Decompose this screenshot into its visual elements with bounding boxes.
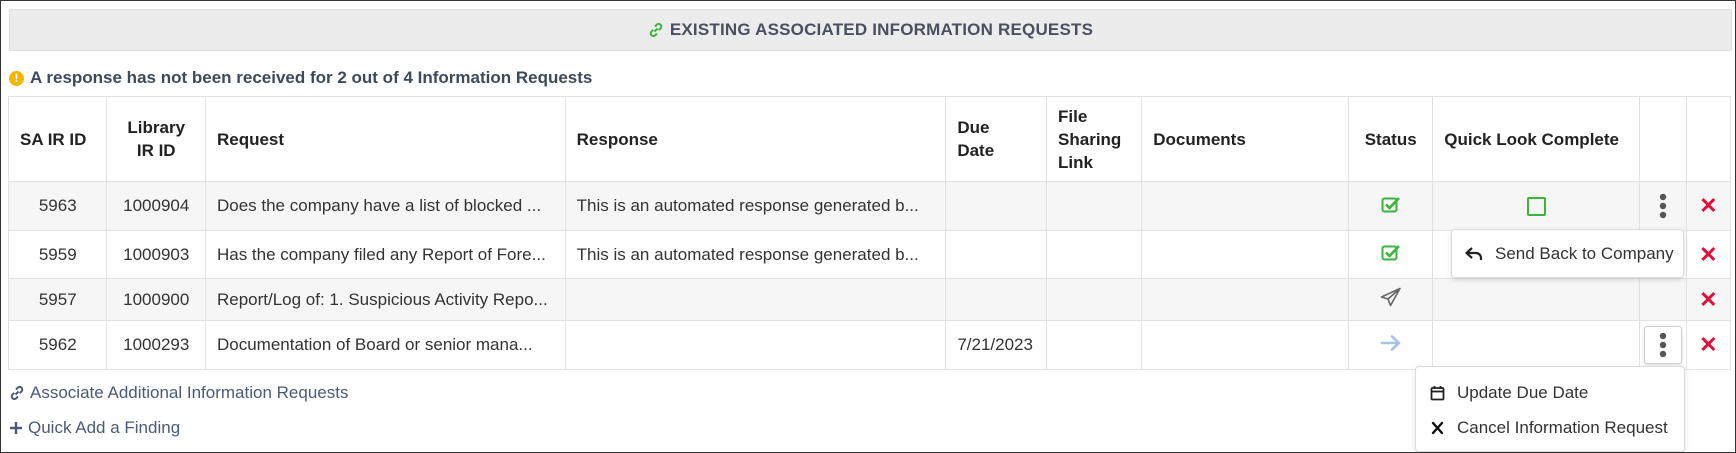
cell-sa-id: 5963 <box>7 181 108 231</box>
cell-due-date <box>945 278 1048 321</box>
reply-icon <box>1465 246 1483 260</box>
associate-requests-label: Associate Additional Information Request… <box>30 383 349 402</box>
cell-response[interactable]: This is an automated response generated … <box>564 181 947 231</box>
send-back-popup: Send Back to Company <box>1451 229 1684 278</box>
cell-request[interactable]: Documentation of Board or senior mana... <box>204 320 566 370</box>
cell-documents <box>1141 230 1350 279</box>
header-request[interactable]: Request <box>204 96 566 182</box>
cell-quick-look[interactable] <box>1432 181 1641 231</box>
cell-library-id: 1000903 <box>106 230 206 279</box>
warning-message: ! A response has not been received for 2… <box>9 68 592 88</box>
header-sa-ir-id[interactable]: SA IR ID <box>7 96 108 182</box>
header-actions <box>1639 96 1687 182</box>
table-row[interactable]: 5963 1000904 Does the company have a lis… <box>7 181 1732 231</box>
calendar-icon <box>1430 386 1445 401</box>
link-icon <box>10 385 24 401</box>
cancel-information-request-label: Cancel Information Request <box>1457 418 1668 437</box>
banner-title: EXISTING ASSOCIATED INFORMATION REQUESTS <box>669 20 1094 39</box>
quick-look-checkbox[interactable] <box>1526 196 1546 216</box>
cell-sa-id: 5957 <box>7 278 108 321</box>
cell-file-link <box>1046 278 1143 321</box>
cell-remove: ✕ <box>1685 320 1732 370</box>
update-due-date-item[interactable]: Update Due Date <box>1416 375 1684 411</box>
cell-actions <box>1639 278 1687 321</box>
more-actions-button[interactable] <box>1645 188 1681 224</box>
check-icon <box>1381 196 1400 212</box>
cell-response[interactable] <box>564 278 947 321</box>
cell-remove: ✕ <box>1685 230 1732 279</box>
row-actions-menu: Update Due Date Cancel Information Reque… <box>1415 366 1685 452</box>
remove-icon[interactable]: ✕ <box>1699 332 1717 357</box>
quick-add-finding-link[interactable]: Quick Add a Finding <box>9 418 180 438</box>
cell-request[interactable]: Has the company filed any Report of Fore… <box>204 230 566 279</box>
cell-sa-id: 5959 <box>7 230 108 279</box>
table-row[interactable]: 5957 1000900 Report/Log of: 1. Suspiciou… <box>7 278 1732 321</box>
quick-add-finding-label: Quick Add a Finding <box>28 418 181 437</box>
cell-library-id: 1000900 <box>106 278 206 321</box>
header-quick-look-complete[interactable]: Quick Look Complete <box>1432 96 1641 182</box>
update-due-date-label: Update Due Date <box>1457 383 1589 402</box>
kebab-icon <box>1659 332 1667 358</box>
header-due-date[interactable]: Due Date <box>945 96 1048 182</box>
cell-sa-id: 5962 <box>7 320 108 370</box>
cell-status <box>1348 230 1434 279</box>
kebab-icon <box>1659 193 1667 219</box>
paper-plane-icon <box>1380 287 1401 307</box>
remove-icon[interactable]: ✕ <box>1699 287 1717 312</box>
send-back-label: Send Back to Company <box>1495 243 1674 263</box>
cell-request[interactable]: Report/Log of: 1. Suspicious Activity Re… <box>204 278 566 321</box>
table-row[interactable]: 5962 1000293 Documentation of Board or s… <box>7 320 1732 370</box>
cell-actions <box>1639 181 1687 231</box>
send-back-to-company-button[interactable]: Send Back to Company <box>1452 230 1683 277</box>
close-icon <box>1431 421 1444 435</box>
cell-library-id: 1000293 <box>106 320 206 370</box>
remove-icon[interactable]: ✕ <box>1699 242 1717 267</box>
cell-status <box>1348 181 1434 231</box>
cell-status <box>1348 278 1434 321</box>
cell-due-date <box>945 230 1048 279</box>
more-actions-button[interactable] <box>1643 326 1682 364</box>
header-documents[interactable]: Documents <box>1141 96 1350 182</box>
check-icon <box>1381 245 1400 261</box>
cell-remove: ✕ <box>1685 181 1732 231</box>
header-remove <box>1685 96 1732 182</box>
cell-due-date <box>945 181 1048 231</box>
cell-file-link <box>1046 320 1143 370</box>
header-library-ir-id[interactable]: Library IR ID <box>106 96 206 182</box>
cell-due-date: 7/21/2023 <box>945 320 1048 370</box>
associate-requests-link[interactable]: Associate Additional Information Request… <box>9 383 348 403</box>
arrow-right-icon <box>1380 334 1400 351</box>
cell-response[interactable] <box>564 320 947 370</box>
section-banner: EXISTING ASSOCIATED INFORMATION REQUESTS <box>9 9 1732 51</box>
cell-documents <box>1141 320 1350 370</box>
cancel-information-request-item[interactable]: Cancel Information Request <box>1416 411 1684 445</box>
cell-file-link <box>1046 230 1143 279</box>
cell-documents <box>1141 278 1350 321</box>
link-icon <box>649 22 663 38</box>
cell-file-link <box>1046 181 1143 231</box>
table-header-row: SA IR ID Library IR ID Request Response D… <box>7 96 1732 182</box>
cell-quick-look <box>1432 278 1641 321</box>
cell-quick-look <box>1432 320 1641 370</box>
cell-request[interactable]: Does the company have a list of blocked … <box>204 181 566 231</box>
header-file-sharing-link[interactable]: File Sharing Link <box>1046 96 1143 182</box>
cell-response[interactable]: This is an automated response generated … <box>564 230 947 279</box>
cell-status <box>1348 320 1434 370</box>
cell-library-id: 1000904 <box>106 181 206 231</box>
cell-remove: ✕ <box>1685 278 1732 321</box>
cell-actions <box>1639 320 1687 370</box>
header-response[interactable]: Response <box>564 96 947 182</box>
cell-documents <box>1141 181 1350 231</box>
warning-text: A response has not been received for 2 o… <box>30 68 593 87</box>
warning-icon: ! <box>9 70 24 86</box>
header-status[interactable]: Status <box>1348 96 1434 182</box>
remove-icon[interactable]: ✕ <box>1699 193 1717 218</box>
plus-icon <box>10 422 22 434</box>
